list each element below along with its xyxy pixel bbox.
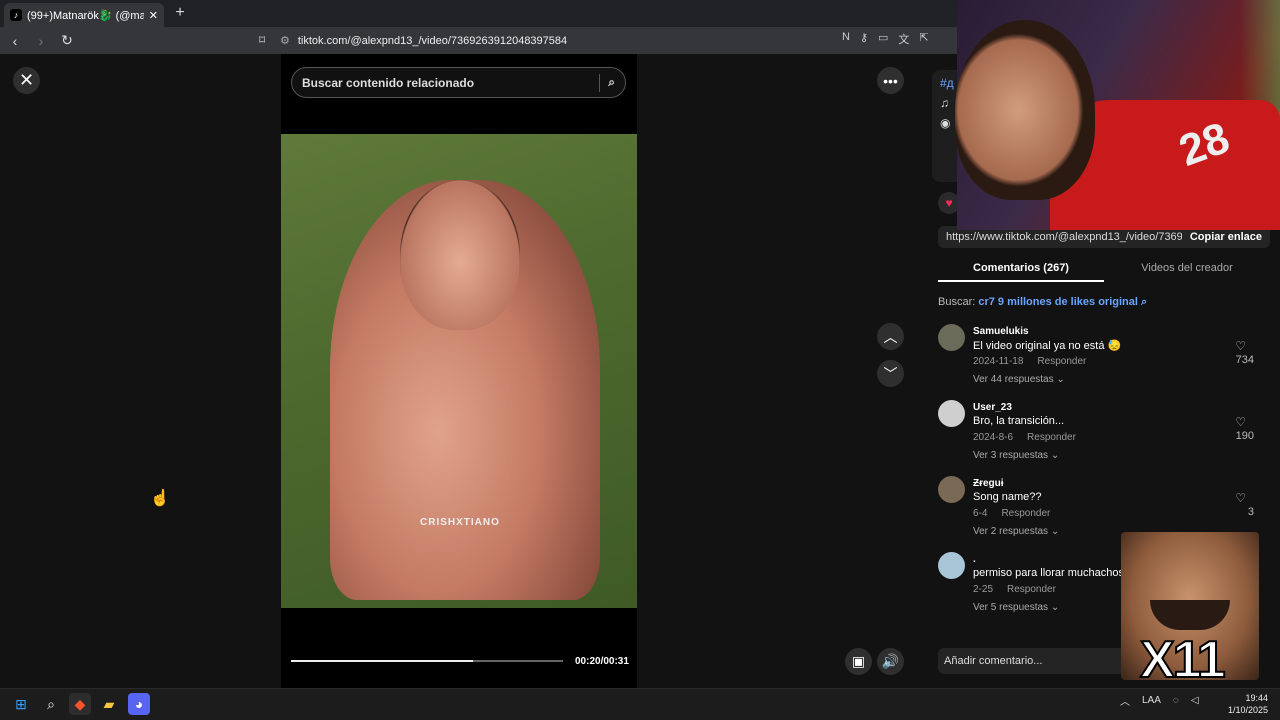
video-timecode: 00:20/00:31 xyxy=(575,656,629,667)
avatar[interactable] xyxy=(938,476,965,503)
close-icon: ✕ xyxy=(18,70,35,90)
more-icon: ••• xyxy=(883,72,898,89)
comment-text: permiso para llorar muchachos xyxy=(973,567,1125,579)
clock-date: 1/10/2025 xyxy=(1228,705,1269,715)
back-icon[interactable]: ‹ xyxy=(8,33,22,49)
system-tray: ︿ LAA ◌ ◁ xyxy=(1120,693,1199,708)
reload-icon[interactable]: ↻ xyxy=(60,32,74,48)
comment-like-count: 734 xyxy=(1235,354,1254,366)
reply-button[interactable]: Responder xyxy=(1037,356,1086,367)
tiktok-icon: ♪ xyxy=(10,9,22,21)
comment-user[interactable]: User_23 xyxy=(973,402,1012,413)
comment-date: 2024-11-18 xyxy=(973,356,1024,367)
forward-icon[interactable]: › xyxy=(34,33,48,49)
comment-user[interactable]: Ƶɍeguɨ xyxy=(973,478,1004,489)
comment-user[interactable]: . xyxy=(973,554,976,565)
pip-icon: ▣ xyxy=(851,653,866,669)
search-placeholder: Buscar contenido relacionado xyxy=(302,75,475,90)
screen-icon[interactable]: ▭ xyxy=(878,31,888,47)
translate-icon[interactable]: 文 xyxy=(898,31,909,47)
comment-like-count: 190 xyxy=(1235,430,1254,442)
more-options-button[interactable]: ••• xyxy=(877,67,904,94)
related-prefix: Buscar: xyxy=(938,296,976,308)
comment-text: El video original ya no está 😓 xyxy=(973,340,1122,352)
taskbar xyxy=(0,688,1280,720)
related-search[interactable]: Buscar: cr7 9 millones de likes original… xyxy=(938,296,1147,309)
comment-input[interactable]: Añadir comentario... xyxy=(938,648,1138,674)
related-search-input[interactable]: Buscar contenido relacionado ⌕ xyxy=(291,67,626,98)
view-replies-button[interactable]: Ver 5 respuestas ⌄ xyxy=(973,602,1059,613)
previous-video-button[interactable]: ︿ xyxy=(877,323,904,350)
comment-text: Song name?? xyxy=(973,491,1042,503)
video-player-head xyxy=(400,180,520,330)
search-icon[interactable]: ⌕ xyxy=(608,75,615,90)
avatar[interactable] xyxy=(938,552,965,579)
chevron-down-icon: ﹀ xyxy=(883,365,898,382)
comment-date: 6-4 xyxy=(973,508,988,519)
comment-input-placeholder: Añadir comentario... xyxy=(944,655,1043,667)
address-bar-actions: Ν ⚷ ▭ 文 ⇱ xyxy=(842,31,929,47)
browser-tab[interactable]: ♪ (99+)Matnarök🐉 (@matnar ✕ xyxy=(4,3,164,27)
comment-item: Samuelukis El video original ya no está … xyxy=(938,324,1258,398)
progress-fill xyxy=(291,660,474,662)
language-indicator[interactable]: LAA xyxy=(1142,695,1161,706)
reply-button[interactable]: Responder xyxy=(1027,432,1076,443)
share-icon[interactable]: ⇱ xyxy=(919,31,928,47)
view-replies-button[interactable]: Ver 3 respuestas ⌄ xyxy=(973,450,1059,461)
tab-title: (99+)Matnarök🐉 (@matnar xyxy=(27,9,144,22)
url-text: tiktok.com/@alexpnd13_/video/73692639120… xyxy=(297,34,568,47)
reply-button[interactable]: Responder xyxy=(1007,584,1056,595)
next-video-button[interactable]: ﹀ xyxy=(877,360,904,387)
comment-like-count: 3 xyxy=(1247,506,1254,518)
chevron-up-icon: ︿ xyxy=(883,328,898,345)
related-query: cr7 9 millones de likes original xyxy=(978,296,1138,308)
network-icon[interactable]: ◌ xyxy=(1173,695,1179,706)
view-replies-button[interactable]: Ver 2 respuestas ⌄ xyxy=(973,526,1059,537)
volume-icon[interactable]: ◁ xyxy=(1191,695,1199,706)
file-explorer-icon[interactable]: ▰ xyxy=(98,693,120,715)
comment-user[interactable]: Samuelukis xyxy=(973,326,1029,337)
comment-like-icon[interactable]: ♡ xyxy=(1235,415,1246,429)
hand-cursor-icon: ☝ xyxy=(150,490,170,507)
share-link: https://www.tiktok.com/@alexpnd13_/video… xyxy=(946,231,1182,243)
meme-text: X11 xyxy=(1139,630,1227,690)
comment-like-icon[interactable]: ♡ xyxy=(1235,339,1246,353)
video-watermark: CRISHXTIANO xyxy=(420,517,500,528)
discord-icon[interactable]: ◕ xyxy=(128,693,150,715)
search-icon: ⌕ xyxy=(1141,296,1148,308)
volume-button[interactable]: 🔊 xyxy=(877,648,904,675)
comment-text: Bro, la transición... xyxy=(973,415,1065,427)
tab-comments[interactable]: Comentarios (267) xyxy=(938,256,1104,282)
volume-icon: 🔊 xyxy=(881,653,900,669)
reply-button[interactable]: Responder xyxy=(1001,508,1050,519)
bookmark-icon[interactable]: ⌑ xyxy=(259,33,265,47)
comment-date: 2-25 xyxy=(973,584,994,595)
no-translate-icon[interactable]: Ν xyxy=(842,31,850,47)
comment-like-icon[interactable]: ♡ xyxy=(1235,491,1246,505)
clock[interactable]: 19:44 1/10/2025 xyxy=(1228,692,1268,716)
site-info-icon[interactable]: ⚙ xyxy=(280,34,290,47)
avatar[interactable] xyxy=(938,400,965,427)
pip-button[interactable]: ▣ xyxy=(845,648,872,675)
heart-icon: ♥ xyxy=(945,196,953,210)
chevron-up-icon[interactable]: ︿ xyxy=(1120,693,1130,708)
close-button[interactable]: ✕ xyxy=(13,67,40,94)
tab-creator-videos[interactable]: Videos del creador xyxy=(1104,256,1270,282)
new-tab-button[interactable]: + xyxy=(170,3,190,23)
avatar[interactable] xyxy=(938,324,965,351)
tab-close-icon[interactable]: ✕ xyxy=(149,9,158,22)
clock-time: 19:44 xyxy=(1245,693,1269,703)
panel-tabs: Comentarios (267) Videos del creador xyxy=(938,256,1270,282)
webcam-person xyxy=(955,20,1095,200)
windows-start-icon[interactable]: ⊞ xyxy=(10,693,32,715)
brave-browser-icon[interactable]: ◆ xyxy=(69,693,91,715)
view-replies-button[interactable]: Ver 44 respuestas ⌄ xyxy=(973,374,1065,385)
search-divider xyxy=(599,73,601,92)
search-icon[interactable]: ⌕ xyxy=(40,693,62,715)
copy-link-button[interactable]: Copiar enlace xyxy=(1190,231,1262,243)
key-icon[interactable]: ⚷ xyxy=(860,31,868,47)
comment-item: User_23 Bro, la transición... 2024-8-6 Re… xyxy=(938,400,1258,474)
comment-date: 2024-8-6 xyxy=(973,432,1014,443)
